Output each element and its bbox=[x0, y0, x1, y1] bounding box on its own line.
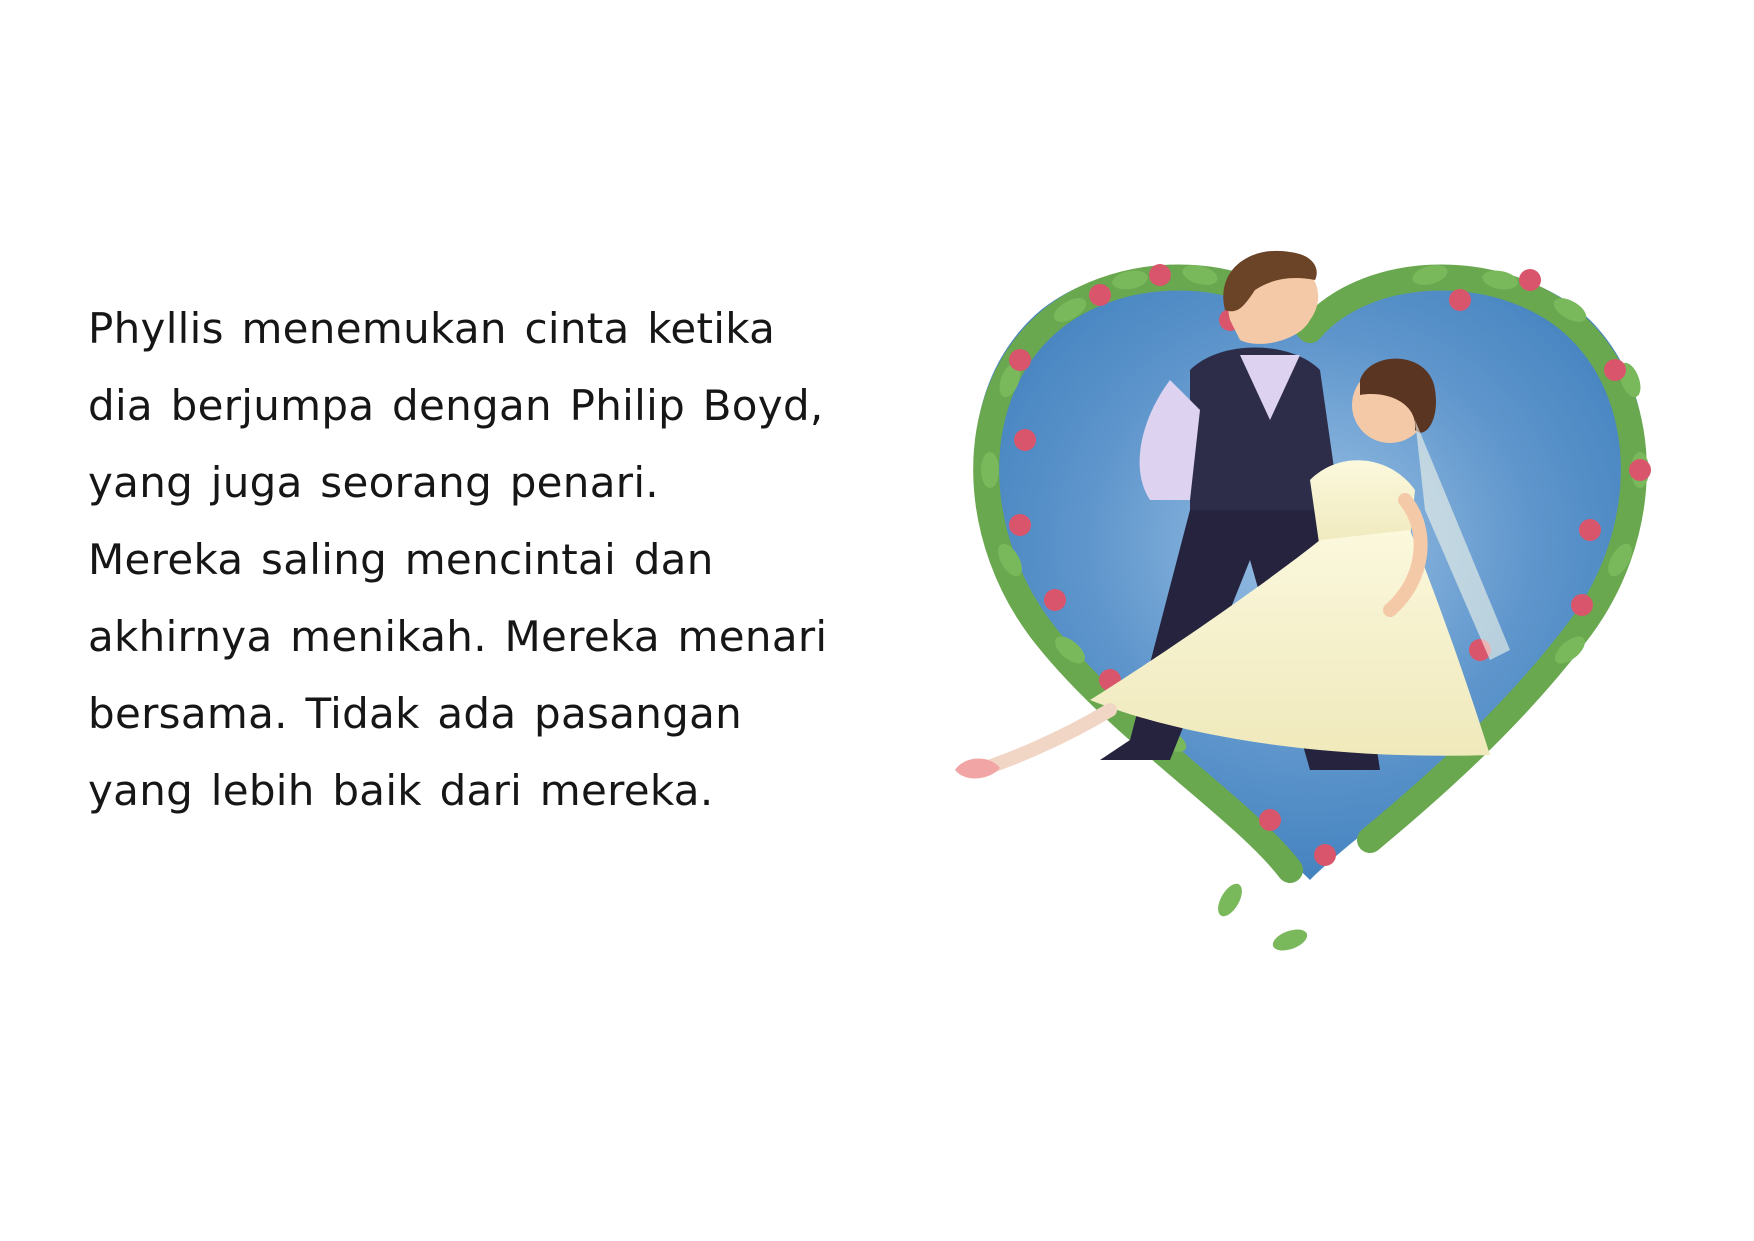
illustration-svg bbox=[955, 250, 1651, 951]
story-line-6: bersama. Tidak ada pasangan bbox=[88, 689, 743, 738]
story-line-5: akhirnya menikah. Mereka menari bbox=[88, 612, 828, 661]
story-line-3: yang juga seorang penari. bbox=[88, 458, 659, 507]
story-line-2: dia berjumpa dengan Philip Boyd, bbox=[88, 381, 824, 430]
story-line-1: Phyllis menemukan cinta ketika bbox=[88, 304, 776, 353]
story-line-7: yang lebih baik dari mereka. bbox=[88, 766, 714, 815]
wedding-dance-illustration bbox=[870, 180, 1754, 1060]
story-line-4: Mereka saling mencintai dan bbox=[88, 535, 714, 584]
storybook-page: Phyllis menemukan cinta ketika dia berju… bbox=[0, 0, 1754, 1241]
story-paragraph: Phyllis menemukan cinta ketika dia berju… bbox=[88, 290, 848, 829]
